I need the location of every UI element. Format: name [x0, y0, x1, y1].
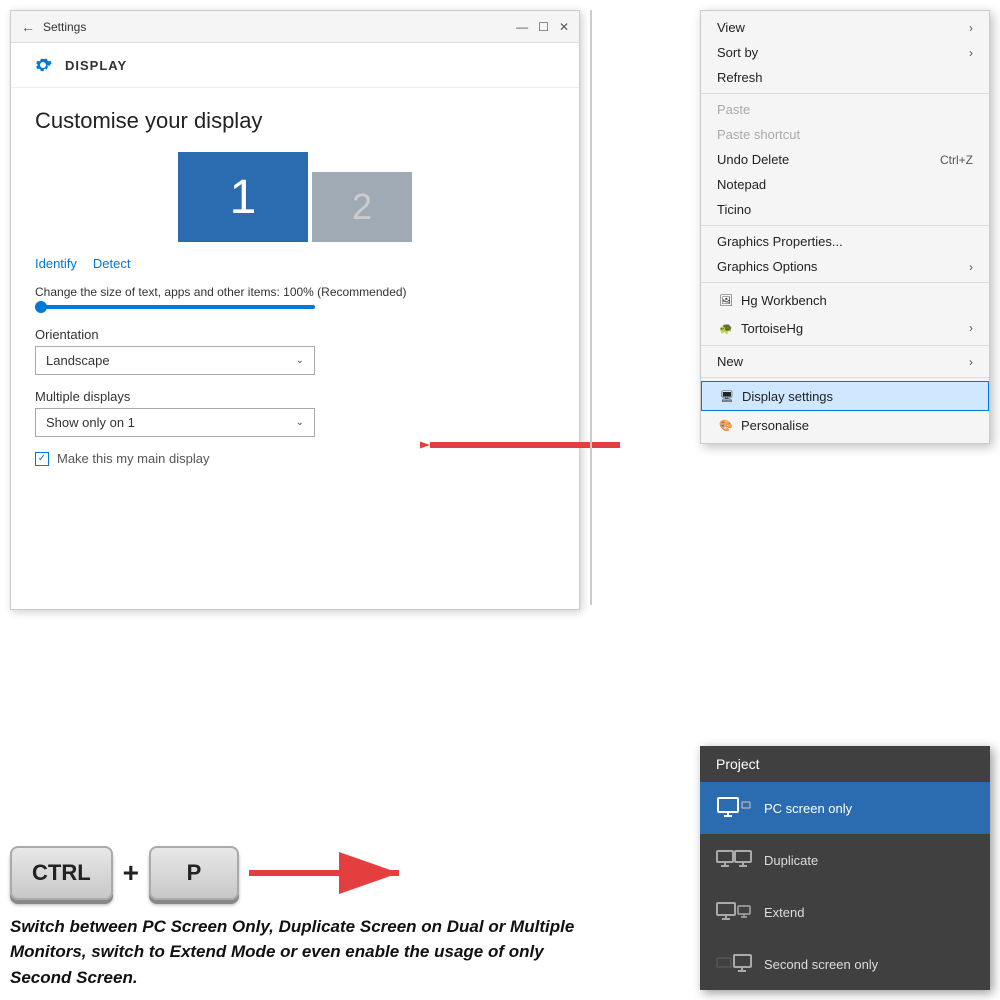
- close-button[interactable]: ✕: [559, 20, 569, 34]
- ctx-item-view[interactable]: View ›: [701, 15, 989, 40]
- extend-label: Extend: [764, 905, 804, 920]
- orientation-dropdown[interactable]: Landscape ⌄: [35, 346, 315, 375]
- window-controls: — ☐ ✕: [516, 20, 569, 34]
- arrow-icon: ›: [969, 355, 973, 369]
- keys-row: CTRL + P: [10, 846, 580, 900]
- project-item-pc-screen-only[interactable]: PC screen only: [700, 782, 990, 834]
- ctx-item-hg-workbench[interactable]: 🖼 Hg Workbench: [701, 286, 989, 314]
- ctx-item-notepad[interactable]: Notepad: [701, 172, 989, 197]
- monitor-2[interactable]: 2: [312, 172, 412, 242]
- multiple-displays-value: Show only on 1: [46, 415, 135, 430]
- maximize-button[interactable]: ☐: [538, 20, 549, 34]
- divider: [590, 10, 592, 605]
- arrow-right: [249, 848, 409, 898]
- display-icon: 🖥: [718, 387, 736, 405]
- multiple-displays-label: Multiple displays: [35, 389, 555, 404]
- ctx-item-personalise[interactable]: 🎨 Personalise: [701, 411, 989, 439]
- ctrl-key[interactable]: CTRL: [10, 846, 113, 900]
- hg-icon: 🖼: [717, 291, 735, 309]
- main-display-checkbox[interactable]: ✓: [35, 452, 49, 466]
- orientation-group: Orientation Landscape ⌄: [35, 327, 555, 375]
- tortoise-icon: 🐢: [717, 319, 735, 337]
- settings-header: DISPLAY: [11, 43, 579, 88]
- pc-screen-label: PC screen only: [764, 801, 852, 816]
- ctx-item-refresh[interactable]: Refresh: [701, 65, 989, 90]
- project-panel: Project PC screen only Duplicate: [700, 746, 990, 990]
- gear-icon: [31, 53, 55, 77]
- duplicate-icon: [716, 848, 752, 872]
- header-title: DISPLAY: [65, 58, 127, 73]
- keyboard-section: CTRL + P Switch between PC Screen Only, …: [10, 846, 580, 991]
- minimize-button[interactable]: —: [516, 20, 528, 34]
- scale-slider[interactable]: [35, 305, 315, 309]
- orientation-label: Orientation: [35, 327, 555, 342]
- separator-1: [701, 93, 989, 94]
- personalise-icon: 🎨: [717, 416, 735, 434]
- settings-window: ← Settings — ☐ ✕ DISPLAY Customise your …: [10, 10, 580, 610]
- ctx-item-ticino[interactable]: Ticino: [701, 197, 989, 222]
- context-menu: View › Sort by › Refresh Paste Paste sho…: [700, 10, 990, 444]
- separator-2: [701, 225, 989, 226]
- page-title: Customise your display: [35, 108, 555, 134]
- ctx-item-paste: Paste: [701, 97, 989, 122]
- identify-link[interactable]: Identify: [35, 256, 77, 271]
- chevron-down-icon-2: ⌄: [296, 417, 304, 428]
- ctx-item-display-settings[interactable]: 🖥 Display settings: [701, 381, 989, 411]
- checkbox-label: Make this my main display: [57, 451, 209, 466]
- ctx-item-sort-by[interactable]: Sort by ›: [701, 40, 989, 65]
- p-key[interactable]: P: [149, 846, 239, 900]
- second-screen-label: Second screen only: [764, 957, 878, 972]
- separator-3: [701, 282, 989, 283]
- arrow-icon: ›: [969, 46, 973, 60]
- display-preview: 1 2: [35, 152, 555, 242]
- monitor-1[interactable]: 1: [178, 152, 308, 242]
- multiple-displays-dropdown[interactable]: Show only on 1 ⌄: [35, 408, 315, 437]
- ctx-item-new[interactable]: New ›: [701, 349, 989, 374]
- project-item-duplicate[interactable]: Duplicate: [700, 834, 990, 886]
- separator-4: [701, 345, 989, 346]
- project-item-second-screen-only[interactable]: Second screen only: [700, 938, 990, 990]
- shortcut-label: Ctrl+Z: [940, 153, 973, 167]
- extend-icon: [716, 900, 752, 924]
- scale-label: Change the size of text, apps and other …: [35, 285, 555, 299]
- ctx-item-paste-shortcut: Paste shortcut: [701, 122, 989, 147]
- arrow-icon: ›: [969, 21, 973, 35]
- chevron-down-icon: ⌄: [296, 355, 304, 366]
- project-header: Project: [700, 746, 990, 782]
- plus-sign: +: [123, 857, 139, 889]
- separator-5: [701, 377, 989, 378]
- check-icon: ✓: [38, 453, 46, 464]
- ctx-item-graphics-properties[interactable]: Graphics Properties...: [701, 229, 989, 254]
- info-text: Switch between PC Screen Only, Duplicate…: [10, 914, 580, 991]
- second-screen-icon: [716, 952, 752, 976]
- orientation-value: Landscape: [46, 353, 110, 368]
- project-item-extend[interactable]: Extend: [700, 886, 990, 938]
- window-title: Settings: [43, 20, 516, 34]
- ctx-item-tortoisehg[interactable]: 🐢 TortoiseHg ›: [701, 314, 989, 342]
- title-bar: ← Settings — ☐ ✕: [11, 11, 579, 43]
- pc-screen-icon: [716, 796, 752, 820]
- arrow-icon: ›: [969, 321, 973, 335]
- back-button[interactable]: ←: [21, 19, 35, 35]
- ctx-item-undo-delete[interactable]: Undo Delete Ctrl+Z: [701, 147, 989, 172]
- ctx-item-graphics-options[interactable]: Graphics Options ›: [701, 254, 989, 279]
- display-links: Identify Detect: [35, 256, 555, 271]
- duplicate-label: Duplicate: [764, 853, 818, 868]
- arrow-icon: ›: [969, 260, 973, 274]
- detect-link[interactable]: Detect: [93, 256, 131, 271]
